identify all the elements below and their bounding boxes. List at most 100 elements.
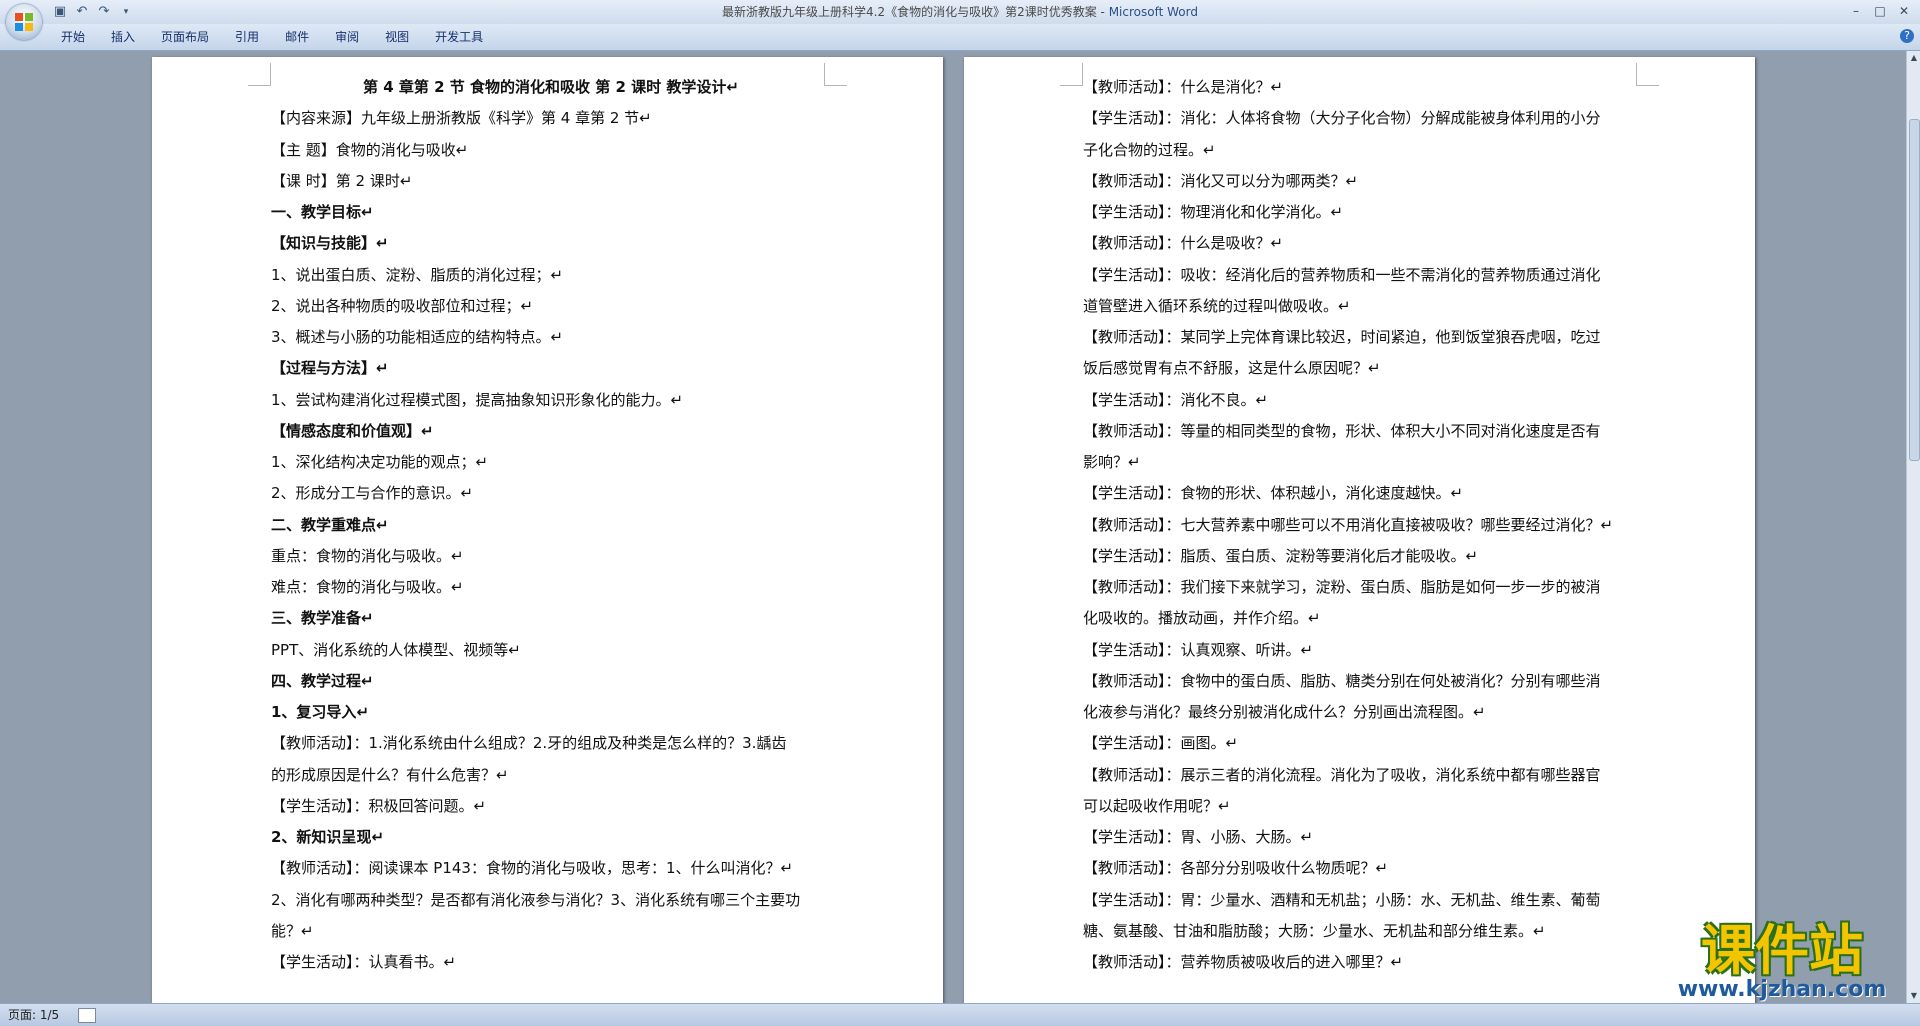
scroll-up-icon[interactable]: ▲ — [1907, 51, 1920, 65]
text-line: 【情感态度和价值观】↵ — [271, 421, 434, 440]
text-line: 三、教学准备↵ — [271, 609, 374, 628]
maximize-icon[interactable]: □ — [1870, 2, 1890, 20]
window-controls: – □ ✕ — [1846, 2, 1914, 20]
text-line: 可以起吸收作用呢？↵ — [1083, 796, 1231, 815]
ribbon: 开始 插入 页面布局 引用 邮件 审阅 视图 开发工具 ? — [0, 24, 1920, 51]
scrollbar-thumb[interactable] — [1909, 119, 1920, 461]
text-line: 2、说出各种物质的吸收部位和过程；↵ — [271, 296, 534, 315]
tab-view[interactable]: 视图 — [372, 24, 422, 50]
window-title: 最新浙教版九年级上册科学4.2《食物的消化与吸收》第2课时优秀教案 - Micr… — [0, 0, 1920, 24]
text-line: 【知识与技能】↵ — [271, 234, 389, 253]
watermark-text: 课件站 — [1701, 918, 1863, 982]
text-line: 2、新知识呈现↵ — [271, 828, 385, 846]
text-line: 子化合物的过程。↵ — [1083, 140, 1216, 159]
help-icon[interactable]: ? — [1900, 29, 1914, 43]
text-line: 【教师活动】：某同学上完体育课比较迟，时间紧迫，他到饭堂狼吞虎咽，吃过 — [1083, 328, 1601, 346]
document-page-2[interactable]: 【教师活动】：什么是消化？↵ 【学生活动】：消化：人体将食物（大分子化合物）分解成… — [964, 57, 1755, 1003]
tab-developer[interactable]: 开发工具 — [422, 24, 496, 50]
text-line: 【教师活动】：展示三者的消化流程。消化为了吸收，消化系统中都有哪些器官 — [1083, 765, 1601, 784]
text-line: 影响？↵ — [1083, 453, 1141, 471]
tab-page-layout[interactable]: 页面布局 — [148, 24, 222, 50]
proofing-icon[interactable] — [78, 1008, 96, 1023]
office-logo-icon — [15, 13, 33, 31]
text-line: 【主 题】食物的消化与吸收↵ — [271, 140, 469, 159]
document-title: 最新浙教版九年级上册科学4.2《食物的消化与吸收》第2课时优秀教案 — [722, 5, 1097, 19]
margin-marker-top-left — [248, 63, 271, 86]
text-line: 【学生活动】：画图。↵ — [1083, 734, 1239, 753]
ribbon-tabs: 开始 插入 页面布局 引用 邮件 审阅 视图 开发工具 — [48, 24, 496, 50]
text-line: 的形成原因是什么？有什么危害？↵ — [271, 765, 509, 784]
logo-square-blue — [15, 23, 23, 31]
app-name: Microsoft Word — [1108, 5, 1198, 19]
status-bar: 页面: 1/5 — [0, 1003, 1920, 1026]
text-line: 【学生活动】：认真看书。↵ — [271, 953, 457, 971]
text-line: 化吸收的。播放动画，并作介绍。↵ — [1083, 609, 1321, 628]
quick-access-toolbar: ▣ ↶ ↷ ▾ — [52, 3, 134, 21]
text-line: 【教师活动】：食物中的蛋白质、脂肪、糖类分别在何处被消化？分别有哪些消 — [1083, 671, 1601, 690]
text-line: 第 4 章第 2 节 食物的消化和吸收 第 2 课时 教学设计↵ — [363, 78, 739, 96]
text-line: PPT、消化系统的人体模型、视频等↵ — [271, 640, 521, 659]
text-line: 【课 时】第 2 课时↵ — [271, 171, 413, 190]
text-line: 四、教学过程↵ — [271, 671, 374, 690]
text-line: 3、概述与小肠的功能相适应的结构特点。↵ — [271, 328, 564, 346]
text-line: 【学生活动】：物理消化和化学消化。↵ — [1083, 203, 1344, 221]
text-line: 【教师活动】：七大营养素中哪些可以不用消化直接被吸收？哪些要经过消化？↵ — [1083, 515, 1614, 534]
text-line: 【教师活动】：消化又可以分为哪两类？↵ — [1083, 171, 1359, 190]
close-icon[interactable]: ✕ — [1894, 2, 1914, 20]
save-icon[interactable]: ▣ — [52, 4, 68, 20]
text-line: 【学生活动】：吸收：经消化后的营养物质和一些不需消化的营养物质通过消化 — [1083, 265, 1601, 284]
page-1-text[interactable]: 第 4 章第 2 节 食物的消化和吸收 第 2 课时 教学设计↵ 【内容来源】九年… — [271, 72, 831, 978]
office-button[interactable] — [6, 4, 42, 40]
text-line: 2、消化有哪两种类型？是否都有消化液参与消化？3、消化系统有哪三个主要功 — [271, 890, 801, 909]
text-line: 二、教学重难点↵ — [271, 515, 389, 534]
page-count[interactable]: 页面: 1/5 — [8, 1004, 59, 1026]
text-line: 【教师活动】：1.消化系统由什么组成？2.牙的组成及种类是怎么样的？3.龋齿 — [271, 734, 787, 753]
customize-qat-icon[interactable]: ▾ — [118, 4, 134, 20]
text-line: 一、教学目标↵ — [271, 203, 374, 221]
text-line: 重点：食物的消化与吸收。↵ — [271, 546, 464, 565]
logo-square-green — [25, 13, 33, 21]
minimize-icon[interactable]: – — [1846, 2, 1866, 20]
document-workspace[interactable]: 第 4 章第 2 节 食物的消化和吸收 第 2 课时 教学设计↵ 【内容来源】九年… — [0, 51, 1906, 1003]
tab-insert[interactable]: 插入 — [98, 24, 148, 50]
undo-icon[interactable]: ↶ — [74, 4, 90, 20]
text-line: 道管壁进入循环系统的过程叫做吸收。↵ — [1083, 296, 1351, 315]
text-line: 饭后感觉胃有点不舒服，这是什么原因呢？↵ — [1083, 359, 1381, 378]
page-2-text[interactable]: 【教师活动】：什么是消化？↵ 【学生活动】：消化：人体将食物（大分子化合物）分解成… — [1083, 72, 1643, 978]
logo-square-orange — [15, 13, 23, 21]
text-line: 【教师活动】：什么是消化？↵ — [1083, 78, 1284, 96]
title-separator: - — [1096, 5, 1109, 19]
text-line: 【教师活动】：营养物质被吸收后的进入哪里？↵ — [1083, 953, 1404, 971]
text-line: 1、说出蛋白质、淀粉、脂质的消化过程；↵ — [271, 265, 564, 284]
watermark-url: www.kjzhan.com — [1677, 977, 1887, 1002]
vertical-scrollbar[interactable]: ▲ ▼ — [1906, 51, 1920, 1003]
text-line: 【教师活动】：什么是吸收？↵ — [1083, 234, 1284, 253]
title-bar: 最新浙教版九年级上册科学4.2《食物的消化与吸收》第2课时优秀教案 - Micr… — [0, 0, 1920, 24]
text-line: 1、尝试构建消化过程模式图，提高抽象知识形象化的能力。↵ — [271, 390, 684, 409]
text-line: 【学生活动】：脂质、蛋白质、淀粉等要消化后才能吸收。↵ — [1083, 546, 1479, 565]
logo-square-yellow — [25, 23, 33, 31]
text-line: 难点：食物的消化与吸收。↵ — [271, 578, 464, 596]
text-line: 【学生活动】：认真观察、听讲。↵ — [1083, 640, 1314, 659]
text-line: 【学生活动】：胃：少量水、酒精和无机盐；小肠：水、无机盐、维生素、葡萄 — [1083, 890, 1601, 909]
text-line: 1、深化结构决定功能的观点；↵ — [271, 453, 489, 471]
text-line: 【内容来源】九年级上册浙教版《科学》第 4 章第 2 节↵ — [271, 109, 652, 128]
watermark-logo: 课件站 www.kjzhan.com — [1662, 922, 1902, 1002]
redo-icon[interactable]: ↷ — [96, 4, 112, 20]
text-line: 【学生活动】：食物的形状、体积越小，消化速度越快。↵ — [1083, 484, 1464, 503]
tab-review[interactable]: 审阅 — [322, 24, 372, 50]
text-line: 【教师活动】：阅读课本 P143：食物的消化与吸收，思考：1、什么叫消化？↵ — [271, 859, 794, 878]
text-line: 1、复习导入↵ — [271, 703, 370, 721]
tab-home[interactable]: 开始 — [48, 24, 98, 50]
text-line: 【学生活动】：积极回答问题。↵ — [271, 796, 487, 815]
text-line: 【教师活动】：等量的相同类型的食物，形状、体积大小不同对消化速度是否有 — [1083, 421, 1601, 440]
text-line: 化液参与消化？最终分别被消化成什么？分别画出流程图。↵ — [1083, 703, 1486, 721]
tab-mailings[interactable]: 邮件 — [272, 24, 322, 50]
text-line: 【学生活动】：消化不良。↵ — [1083, 390, 1269, 409]
text-line: 【教师活动】：我们接下来就学习，淀粉、蛋白质、脂肪是如何一步一步的被消 — [1083, 578, 1601, 596]
tab-references[interactable]: 引用 — [222, 24, 272, 50]
document-page-1[interactable]: 第 4 章第 2 节 食物的消化和吸收 第 2 课时 教学设计↵ 【内容来源】九年… — [152, 57, 943, 1003]
scroll-down-icon[interactable]: ▼ — [1907, 989, 1920, 1003]
text-line: 2、形成分工与合作的意识。↵ — [271, 484, 474, 503]
text-line: 【学生活动】：胃、小肠、大肠。↵ — [1083, 828, 1314, 846]
